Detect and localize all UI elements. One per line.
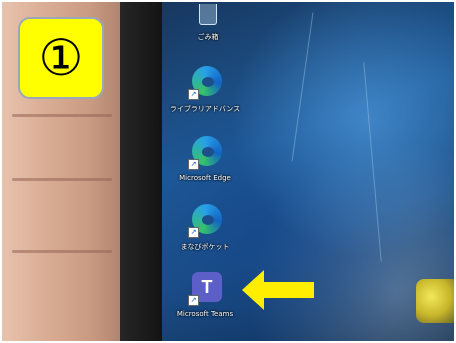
edge-icon: ↗: [188, 66, 222, 100]
desktop-icon-recycle-bin[interactable]: ごみ箱: [168, 4, 248, 42]
edge-icon: ↗: [188, 136, 222, 170]
finger-crease: [12, 250, 112, 253]
arrow-left-icon: [242, 270, 314, 310]
desktop-icon-microsoft-edge[interactable]: ↗ Microsoft Edge: [165, 136, 245, 182]
desktop-icon-library-advance[interactable]: ↗ ライブラリアドバンス: [165, 66, 245, 114]
shortcut-arrow-icon: ↗: [188, 89, 199, 100]
shortcut-arrow-icon: ↗: [188, 295, 199, 306]
desktop-icon-label: まなびポケット: [180, 243, 230, 251]
shortcut-arrow-icon: ↗: [188, 159, 199, 170]
shortcut-arrow-icon: ↗: [188, 227, 199, 238]
wallpaper-crack: [363, 62, 382, 262]
finger-crease: [12, 114, 112, 117]
wallpaper-crack: [291, 12, 314, 162]
step-number-badge: ①: [18, 17, 104, 99]
desktop-icon-microsoft-teams[interactable]: T ↗ Microsoft Teams: [165, 272, 245, 318]
desktop-icon-label: ごみ箱: [197, 33, 219, 41]
background-toy: [416, 279, 454, 323]
desktop-icon-label: ライブラリアドバンス: [169, 105, 241, 113]
desktop-icon-label: Microsoft Teams: [176, 310, 234, 318]
edge-icon: ↗: [188, 204, 222, 238]
teams-icon: T ↗: [188, 272, 222, 306]
tablet-bezel: [120, 2, 168, 341]
desktop-icon-manabi-pocket[interactable]: ↗ まなびポケット: [165, 204, 245, 252]
recycle-bin-icon: [191, 4, 225, 28]
photo-frame: ごみ箱 ↗ ライブラリアドバンス ↗ Microsoft Edge ↗ まなびポ…: [2, 2, 454, 341]
finger-crease: [12, 178, 112, 181]
step-number: ①: [38, 29, 84, 87]
desktop-icon-label: Microsoft Edge: [179, 174, 231, 182]
